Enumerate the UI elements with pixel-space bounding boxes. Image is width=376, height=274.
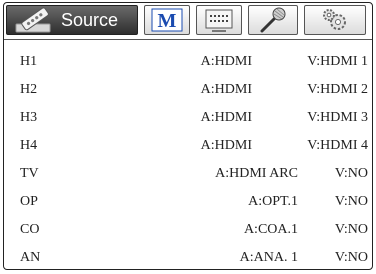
audio-assignment: A:HDMI [200, 138, 252, 153]
video-assignment: V:NO [334, 166, 368, 181]
video-assignment: V:NO [334, 194, 368, 209]
source-row-op[interactable]: OP A:OPT.1 V:NO [4, 190, 372, 214]
remote-control-icon [15, 7, 51, 33]
audio-assignment: A:COA.1 [243, 222, 298, 237]
source-row-h1[interactable]: H1 A:HDMI V:HDMI 1 [4, 50, 372, 74]
source-name: CO [20, 222, 40, 237]
video-assignment: V:HDMI 3 [307, 110, 368, 125]
tab-display[interactable] [196, 5, 242, 35]
source-settings-panel: Source M H1 A:HDMI V:HDMI 1 H2 A:HDMI V:… [3, 2, 373, 270]
source-row-h4[interactable]: H4 A:HDMI V:HDMI 4 [4, 134, 372, 158]
video-assignment: V:NO [334, 250, 368, 265]
source-name: OP [20, 194, 38, 209]
source-name: H2 [20, 82, 38, 97]
audio-assignment: A:HDMI [200, 54, 252, 69]
m-logo-icon: M [151, 8, 183, 32]
source-row-h3[interactable]: H3 A:HDMI V:HDMI 3 [4, 106, 372, 130]
source-row-tv[interactable]: TV A:HDMI ARC V:NO [4, 162, 372, 186]
video-assignment: V:NO [334, 222, 368, 237]
audio-assignment: A:HDMI [200, 110, 252, 125]
tab-m[interactable]: M [144, 5, 190, 35]
source-name: H3 [20, 110, 38, 125]
audio-assignment: A:HDMI ARC [215, 166, 298, 181]
microphone-icon [260, 7, 286, 33]
gears-icon [323, 9, 346, 30]
source-name: AN [20, 250, 41, 265]
tab-bar: Source M [4, 3, 372, 39]
audio-assignment: A:ANA. 1 [239, 250, 298, 265]
source-name: H1 [20, 54, 38, 69]
video-assignment: V:HDMI 4 [307, 138, 368, 153]
video-assignment: V:HDMI 1 [307, 54, 368, 69]
display-screen-icon [205, 9, 233, 32]
source-row-h2[interactable]: H2 A:HDMI V:HDMI 2 [4, 78, 372, 102]
video-assignment: V:HDMI 2 [307, 82, 368, 97]
tab-microphone[interactable] [248, 5, 298, 35]
source-row-an[interactable]: AN A:ANA. 1 V:NO [4, 246, 372, 269]
tab-divider [4, 39, 372, 40]
source-name: TV [20, 166, 39, 181]
source-name: H4 [20, 138, 38, 153]
audio-assignment: A:OPT.1 [248, 194, 298, 209]
source-row-co[interactable]: CO A:COA.1 V:NO [4, 218, 372, 242]
tab-source-label: Source [61, 9, 119, 30]
tab-source[interactable]: Source [6, 5, 138, 35]
tab-settings[interactable] [304, 5, 366, 35]
svg-text:M: M [158, 10, 177, 32]
audio-assignment: A:HDMI [200, 82, 252, 97]
